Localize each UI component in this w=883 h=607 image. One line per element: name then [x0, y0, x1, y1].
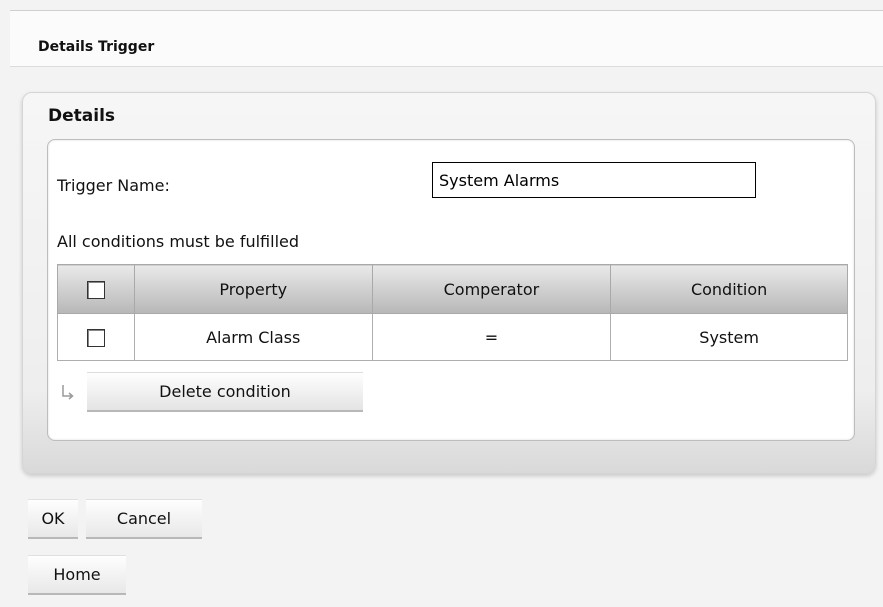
ok-button[interactable]: OK	[28, 499, 78, 539]
details-section-title: Details	[48, 106, 116, 126]
trigger-name-label: Trigger Name:	[57, 176, 170, 195]
row-select-cell	[57, 313, 135, 361]
select-all-header	[57, 264, 135, 314]
table-header-row: Property Comperator Condition	[57, 264, 848, 314]
conditions-label: All conditions must be fulfilled	[57, 232, 300, 251]
details-panel: Details Trigger Name: All conditions mus…	[22, 92, 876, 474]
row-checkbox[interactable]	[86, 328, 105, 347]
trigger-name-input[interactable]	[432, 162, 756, 198]
arrow-down-right-icon	[62, 385, 74, 400]
cell-condition: System	[610, 313, 848, 361]
cancel-button[interactable]: Cancel	[86, 499, 202, 539]
page-title: Details Trigger	[38, 39, 155, 55]
select-all-checkbox[interactable]	[86, 280, 105, 299]
column-header-condition[interactable]: Condition	[610, 264, 848, 314]
delete-condition-button[interactable]: Delete condition	[87, 372, 363, 412]
cell-property: Alarm Class	[133, 313, 373, 361]
home-button[interactable]: Home	[28, 555, 126, 595]
details-inner-box: Trigger Name: All conditions must be ful…	[47, 139, 855, 441]
table-row: Alarm Class = System	[57, 313, 848, 361]
column-header-property[interactable]: Property	[133, 264, 373, 314]
title-bar: Details Trigger	[10, 11, 883, 67]
cell-comperator: =	[371, 313, 612, 361]
column-header-comperator[interactable]: Comperator	[371, 264, 612, 314]
conditions-table: Property Comperator Condition Alarm Clas…	[57, 264, 848, 361]
